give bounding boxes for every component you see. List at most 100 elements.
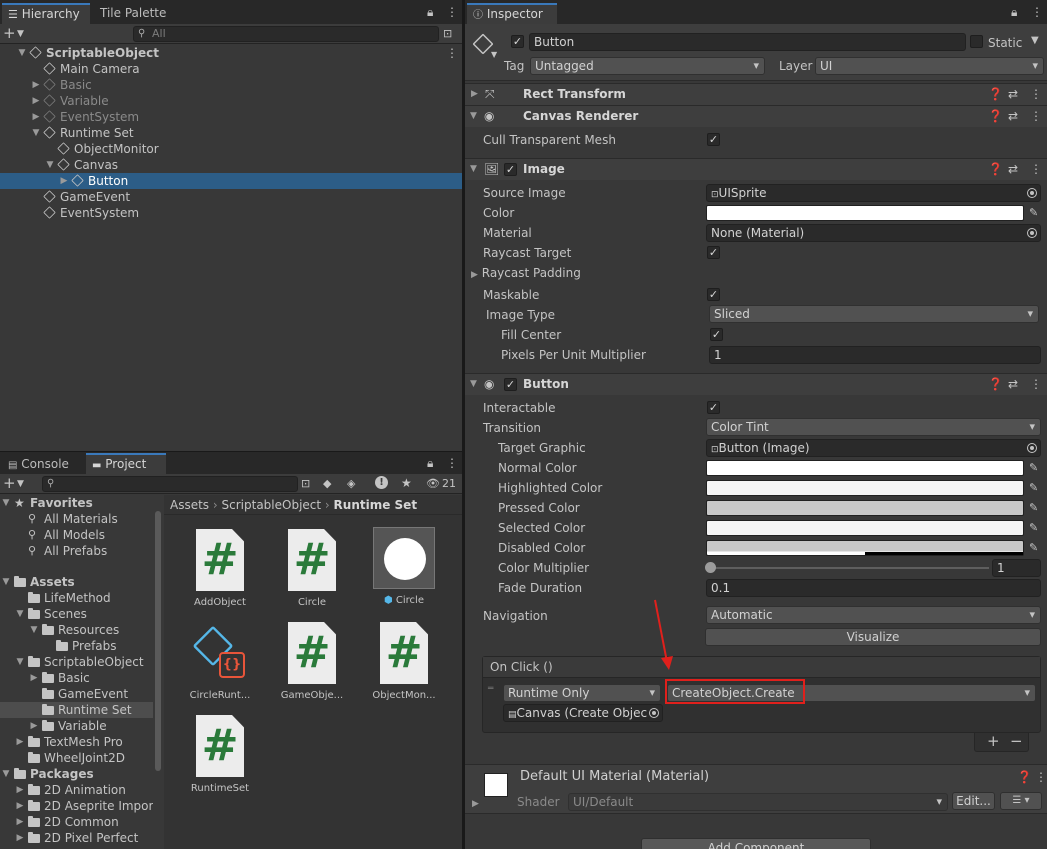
hierarchy-row[interactable]: ▼ ScriptableObject ⋮: [0, 45, 462, 61]
hidden-eye-icon[interactable]: 👁︎: [426, 477, 440, 491]
static-checkbox[interactable]: [970, 35, 983, 48]
interactable-checkbox[interactable]: ✓: [707, 401, 720, 414]
preset-icon[interactable]: ⇄: [1008, 159, 1018, 180]
eyedropper-icon[interactable]: ✎: [1029, 205, 1038, 221]
navigation-dropdown[interactable]: Automatic: [706, 606, 1041, 624]
hierarchy-row[interactable]: GameEvent: [0, 189, 462, 205]
source-image-field[interactable]: ⊡UISprite: [706, 184, 1041, 202]
add-component-button[interactable]: Add Component: [641, 838, 871, 849]
chevron-right-icon[interactable]: ▶: [30, 77, 42, 93]
project-tree-item[interactable]: GameEvent: [0, 686, 153, 702]
project-tree-item[interactable]: ▼ Scenes: [0, 606, 153, 622]
help-icon[interactable]: ❓: [988, 84, 1003, 105]
kebab-menu-icon[interactable]: ⋮: [446, 5, 458, 19]
image-header[interactable]: ▼ 🖼︎ ✓ Image ❓ ⇄ ⋮: [465, 158, 1047, 180]
disabled-color-swatch[interactable]: [706, 540, 1024, 556]
tab-console[interactable]: ▤ Console: [2, 454, 82, 475]
asset-item[interactable]: ⬢ Circle: [364, 527, 444, 606]
highlighted-color-swatch[interactable]: [706, 480, 1024, 496]
transition-dropdown[interactable]: Color Tint: [706, 418, 1041, 436]
project-tree-item[interactable]: ▶ 2D Aseprite Importe: [0, 798, 153, 814]
kebab-menu-icon[interactable]: ⋮: [1030, 84, 1042, 105]
rect-transform-header[interactable]: ▶ ⤧ Rect Transform ❓ ⇄ ⋮: [465, 83, 1047, 105]
kebab-menu-icon[interactable]: ⋮: [446, 456, 458, 470]
hierarchy-search-input[interactable]: ⚲ All: [133, 26, 439, 42]
eyedropper-icon[interactable]: ✎: [1029, 480, 1038, 496]
shader-menu-button[interactable]: ☰ ▾: [1000, 792, 1042, 810]
tree-scrollbar[interactable]: [155, 511, 161, 771]
chevron-right-icon[interactable]: ▶: [14, 830, 26, 846]
kebab-menu-icon[interactable]: ⋮: [1030, 106, 1042, 127]
hierarchy-row[interactable]: ▼ Runtime Set: [0, 125, 462, 141]
breadcrumb-runtime-set[interactable]: Runtime Set: [334, 498, 418, 512]
asset-item[interactable]: # ObjectMon...: [364, 622, 444, 701]
hierarchy-row[interactable]: ▶ Basic: [0, 77, 462, 93]
chevron-right-icon[interactable]: ▶: [14, 798, 26, 814]
chevron-down-icon[interactable]: ▼: [28, 622, 40, 638]
ppu-field[interactable]: 1: [709, 346, 1041, 364]
active-checkbox[interactable]: ✓: [511, 35, 524, 48]
project-tree-item[interactable]: ▼ ★ Favorites: [0, 495, 153, 511]
project-tree-item[interactable]: ⚲ All Models: [0, 527, 153, 543]
color-multiplier-field[interactable]: 1: [992, 559, 1041, 577]
star-icon[interactable]: ★: [401, 476, 412, 490]
project-tree-item[interactable]: ▶ 2D Common: [0, 814, 153, 830]
kebab-menu-icon[interactable]: ⋮: [446, 45, 458, 61]
asset-item[interactable]: # AddObject: [180, 529, 260, 608]
static-dropdown-icon[interactable]: ▼: [1031, 35, 1039, 46]
breadcrumb-scriptableobject[interactable]: ScriptableObject: [222, 498, 322, 512]
chevron-down-icon[interactable]: ▼: [16, 45, 28, 61]
project-tree-item[interactable]: ▼ Packages: [0, 766, 153, 782]
breadcrumb-assets[interactable]: Assets: [170, 498, 209, 512]
project-tree-item[interactable]: ▶ TextMesh Pro: [0, 734, 153, 750]
button-header[interactable]: ▼ ◉ ✓ Button ❓ ⇄ ⋮: [465, 373, 1047, 395]
canvas-renderer-header[interactable]: ▼ ◉ Canvas Renderer ❓ ⇄ ⋮: [465, 105, 1047, 127]
hierarchy-row[interactable]: ▶ Button: [0, 173, 462, 189]
add-event-button[interactable]: +: [987, 733, 1000, 750]
chevron-right-icon[interactable]: ▶: [14, 734, 26, 750]
color-multiplier-slider[interactable]: [711, 567, 989, 569]
hierarchy-row[interactable]: ▼ Canvas: [0, 157, 462, 173]
project-tree-item[interactable]: Prefabs: [0, 638, 153, 654]
chevron-down-icon[interactable]: ▼: [0, 495, 12, 511]
chevron-right-icon[interactable]: ▶: [14, 814, 26, 830]
layer-dropdown[interactable]: UI: [815, 57, 1044, 75]
chevron-down-icon[interactable]: ▼: [14, 654, 26, 670]
button-enabled-checkbox[interactable]: ✓: [504, 378, 517, 391]
eyedropper-icon[interactable]: ✎: [1029, 460, 1038, 476]
project-tree-item[interactable]: ▶ 2D Pixel Perfect: [0, 830, 153, 846]
kebab-menu-icon[interactable]: ⋮: [1031, 5, 1043, 19]
chevron-down-icon[interactable]: ▼: [17, 27, 24, 41]
chevron-down-icon[interactable]: ▼: [14, 606, 26, 622]
color-swatch[interactable]: [706, 205, 1024, 221]
eyedropper-icon[interactable]: ✎: [1029, 540, 1038, 556]
tab-inspector[interactable]: ⓘ Inspector: [467, 3, 557, 24]
object-picker-icon[interactable]: [1027, 443, 1037, 453]
kebab-menu-icon[interactable]: ⋮: [1030, 159, 1042, 180]
create-plus-icon[interactable]: +: [3, 476, 16, 491]
selected-color-swatch[interactable]: [706, 520, 1024, 536]
project-search-input[interactable]: ⚲: [42, 476, 298, 492]
chevron-right-icon[interactable]: ▶: [14, 782, 26, 798]
project-tree-item[interactable]: LifeMethod: [0, 590, 153, 606]
help-icon[interactable]: ❓: [988, 374, 1003, 395]
preset-icon[interactable]: ⇄: [1008, 374, 1018, 395]
chevron-right-icon[interactable]: ▶: [30, 109, 42, 125]
chevron-down-icon[interactable]: ▼: [491, 50, 497, 59]
project-tree-item[interactable]: ▶ Variable: [0, 718, 153, 734]
help-icon[interactable]: ❓: [988, 106, 1003, 127]
material-field[interactable]: None (Material): [706, 224, 1041, 242]
chevron-right-icon[interactable]: ▶: [58, 173, 70, 189]
eyedropper-icon[interactable]: ✎: [1029, 500, 1038, 516]
create-plus-icon[interactable]: +: [3, 26, 16, 41]
fade-duration-field[interactable]: 0.1: [706, 579, 1041, 597]
project-tree-item[interactable]: ▶ 2D Animation: [0, 782, 153, 798]
asset-item[interactable]: {} CircleRunt...: [180, 622, 260, 701]
hierarchy-row[interactable]: EventSystem: [0, 205, 462, 221]
project-tree-item[interactable]: ⚲ All Prefabs: [0, 543, 153, 559]
chevron-down-icon[interactable]: ▼: [44, 157, 56, 173]
warning-icon[interactable]: !: [375, 476, 388, 489]
asset-item[interactable]: # GameObje...: [272, 622, 352, 701]
asset-item[interactable]: # Circle: [272, 529, 352, 608]
maskable-checkbox[interactable]: ✓: [707, 288, 720, 301]
